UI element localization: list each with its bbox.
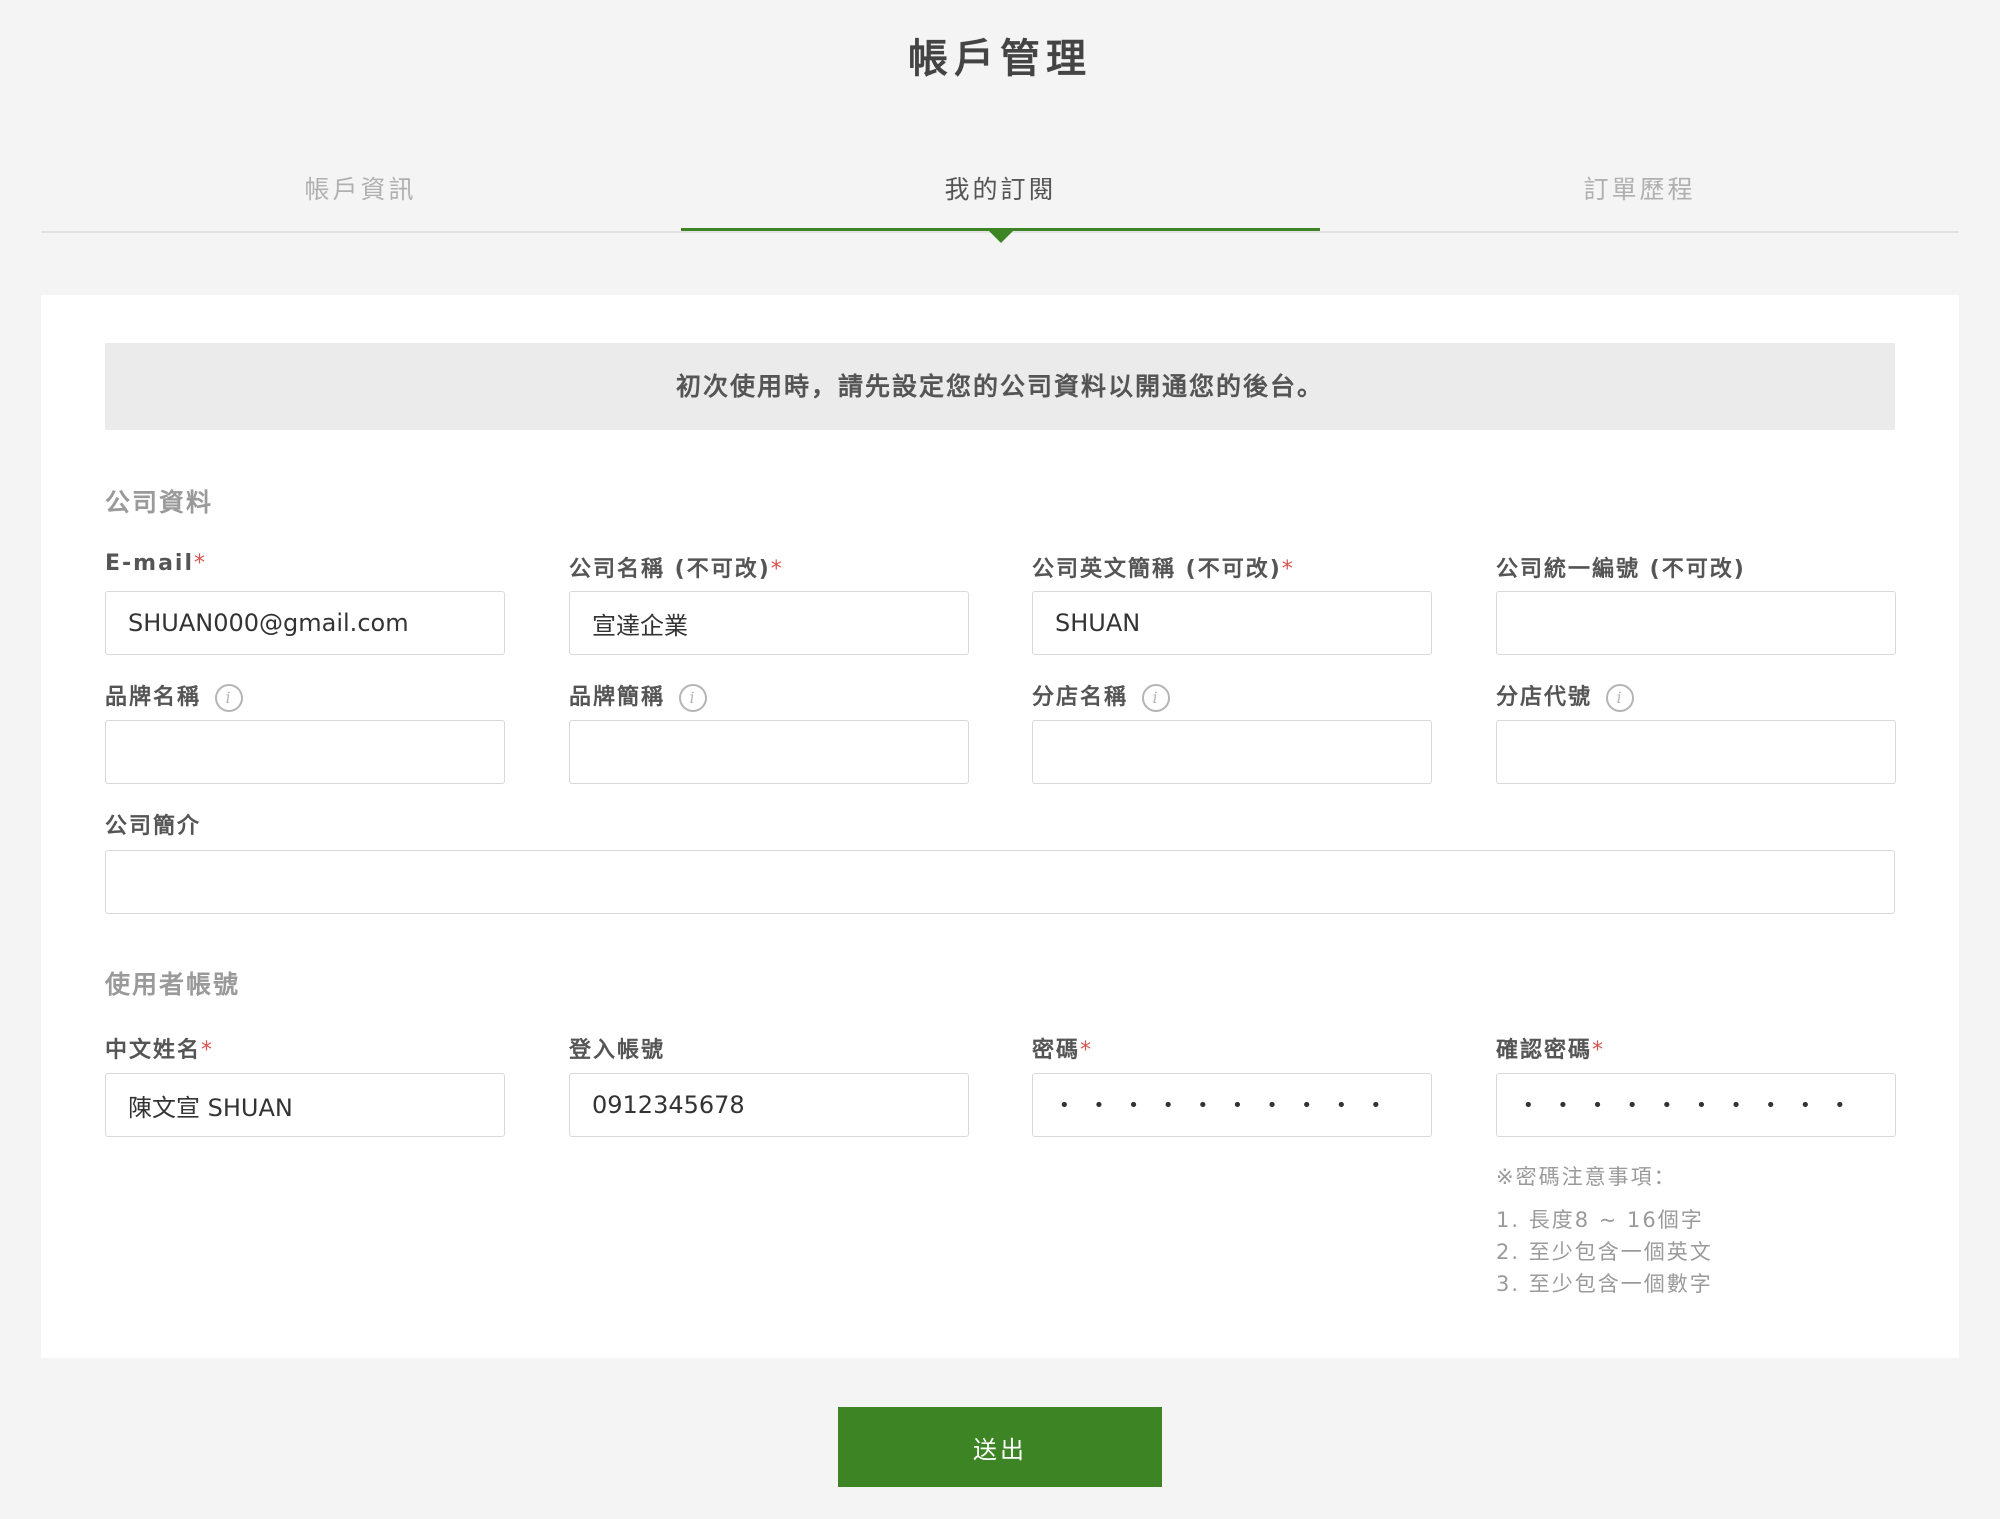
company-intro-label: 公司簡介 xyxy=(105,814,202,839)
company-en-abbr-field[interactable] xyxy=(1032,591,1432,655)
brand-name-field[interactable] xyxy=(105,720,505,784)
company-section-title: 公司資料 xyxy=(105,488,214,517)
tab-bar: 帳戶資訊 我的訂閱 訂單歷程 xyxy=(41,150,1959,243)
company-name-field[interactable] xyxy=(569,591,969,655)
brand-abbr-label-text: 品牌簡稱 xyxy=(569,685,666,710)
required-mark: * xyxy=(770,557,784,582)
form-card: 初次使用時，請先設定您的公司資料以開通您的後台。 公司資料 E-mail* 公司… xyxy=(41,295,1959,1358)
user-section-title: 使用者帳號 xyxy=(105,970,241,999)
cn-name-label: 中文姓名* xyxy=(105,1032,214,1064)
branch-code-field[interactable] xyxy=(1496,720,1896,784)
info-icon[interactable]: i xyxy=(1142,684,1171,712)
required-mark: * xyxy=(194,551,208,576)
info-icon[interactable]: i xyxy=(679,684,708,712)
branch-name-field[interactable] xyxy=(1032,720,1432,784)
login-account-field[interactable] xyxy=(569,1073,969,1137)
branch-name-label: 分店名稱 i xyxy=(1032,679,1171,712)
cn-name-label-text: 中文姓名 xyxy=(105,1038,202,1063)
required-mark: * xyxy=(1592,1038,1606,1063)
required-mark: * xyxy=(201,1038,215,1063)
brand-abbr-field[interactable] xyxy=(569,720,969,784)
email-label-text: E-mail xyxy=(105,551,195,576)
branch-name-label-text: 分店名稱 xyxy=(1032,685,1129,710)
login-account-label: 登入帳號 xyxy=(569,1038,666,1063)
brand-abbr-label: 品牌簡稱 i xyxy=(569,679,708,712)
branch-code-label: 分店代號 i xyxy=(1496,679,1635,712)
confirm-password-field[interactable] xyxy=(1496,1073,1896,1137)
required-mark: * xyxy=(1080,1038,1094,1063)
tab-account-info[interactable]: 帳戶資訊 xyxy=(41,150,680,231)
email-field[interactable] xyxy=(105,591,505,655)
cn-name-field[interactable] xyxy=(105,1073,505,1137)
password-hint-item: 3. 至少包含一個數字 xyxy=(1496,1272,1713,1296)
brand-name-label-text: 品牌名稱 xyxy=(105,685,202,710)
setup-notice: 初次使用時，請先設定您的公司資料以開通您的後台。 xyxy=(105,343,1895,430)
tab-order-history[interactable]: 訂單歷程 xyxy=(1320,150,1959,231)
company-name-label: 公司名稱 (不可改)* xyxy=(569,551,784,583)
submit-button[interactable]: 送出 xyxy=(838,1407,1162,1487)
company-name-label-text: 公司名稱 (不可改) xyxy=(569,557,771,582)
active-tab-caret-icon xyxy=(989,231,1013,243)
tab-my-subscription[interactable]: 我的訂閱 xyxy=(681,150,1320,231)
company-en-abbr-label-text: 公司英文簡稱 (不可改) xyxy=(1032,557,1282,582)
branch-code-label-text: 分店代號 xyxy=(1496,685,1593,710)
page-title: 帳戶管理 xyxy=(908,36,1092,82)
required-mark: * xyxy=(1281,557,1295,582)
password-label: 密碼* xyxy=(1032,1032,1093,1064)
password-label-text: 密碼 xyxy=(1032,1038,1081,1063)
company-tax-id-field[interactable] xyxy=(1496,591,1896,655)
company-tax-id-label: 公司統一編號 (不可改) xyxy=(1496,557,1746,582)
password-field[interactable] xyxy=(1032,1073,1432,1137)
company-intro-field[interactable] xyxy=(105,850,1895,914)
confirm-password-label-text: 確認密碼 xyxy=(1496,1038,1593,1063)
confirm-password-label: 確認密碼* xyxy=(1496,1032,1605,1064)
email-label: E-mail* xyxy=(105,551,207,576)
info-icon[interactable]: i xyxy=(215,684,244,712)
brand-name-label: 品牌名稱 i xyxy=(105,679,244,712)
info-icon[interactable]: i xyxy=(1606,684,1635,712)
password-hint-item: 2. 至少包含一個英文 xyxy=(1496,1240,1713,1264)
company-en-abbr-label: 公司英文簡稱 (不可改)* xyxy=(1032,551,1295,583)
password-hint-title: ※密碼注意事項： xyxy=(1496,1165,1677,1189)
password-hint-item: 1. 長度8 ~ 16個字 xyxy=(1496,1208,1704,1232)
